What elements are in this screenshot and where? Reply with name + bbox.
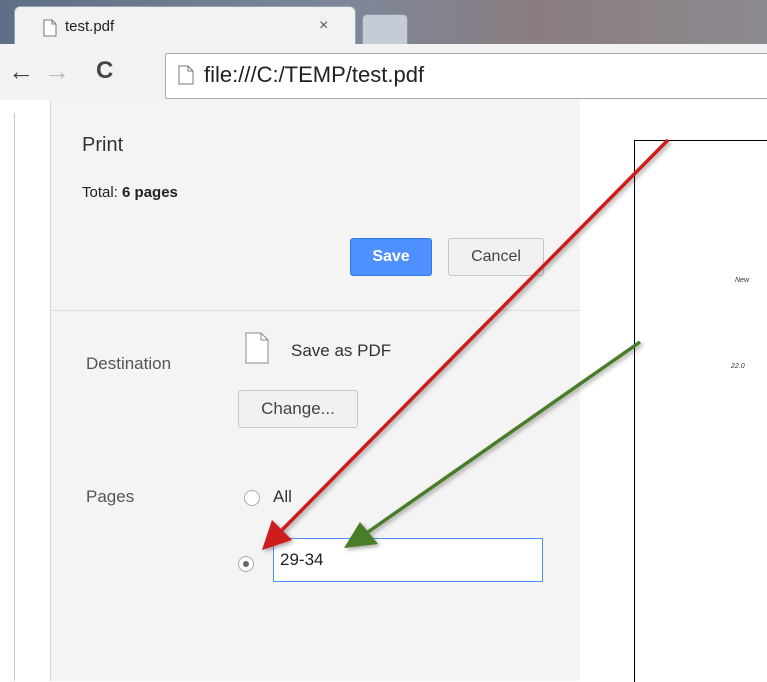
preview-page: New 22.0	[634, 140, 767, 682]
preview-mark-text: New	[735, 277, 750, 284]
page-edge	[14, 113, 51, 681]
close-icon[interactable]: ×	[319, 17, 328, 35]
divider	[51, 310, 580, 311]
pages-range-input[interactable]	[273, 538, 543, 582]
pages-custom-radio[interactable]	[238, 556, 254, 572]
change-destination-button[interactable]: Change...	[238, 390, 358, 428]
destination-name: Save as PDF	[291, 341, 392, 360]
document-icon	[178, 65, 194, 90]
total-label: Total:	[82, 184, 118, 201]
cancel-button[interactable]: Cancel	[448, 238, 544, 276]
back-arrow-icon[interactable]: ←	[8, 58, 34, 84]
pages-all-radio[interactable]	[244, 490, 260, 506]
url-text: file:///C:/TEMP/test.pdf	[204, 62, 425, 87]
reload-icon[interactable]: C	[96, 58, 113, 84]
pages-label: Pages	[86, 487, 135, 506]
pdf-document-icon	[245, 332, 269, 369]
preview-mark-number: 22.0	[731, 363, 745, 370]
tab-active[interactable]: test.pdf ×	[14, 6, 356, 45]
pages-all-label: All	[273, 487, 292, 506]
total-value: 6 pages	[122, 184, 178, 201]
document-icon	[43, 19, 57, 42]
tab-title: test.pdf	[65, 18, 115, 35]
omnibox[interactable]: file:///C:/TEMP/test.pdf	[165, 53, 767, 99]
print-title: Print	[82, 134, 124, 156]
save-button[interactable]: Save	[350, 238, 432, 276]
new-tab-button[interactable]	[362, 14, 408, 45]
total-pages: Total: 6 pages	[82, 184, 178, 201]
forward-arrow-icon[interactable]: →	[44, 58, 70, 84]
destination-label: Destination	[86, 354, 172, 373]
